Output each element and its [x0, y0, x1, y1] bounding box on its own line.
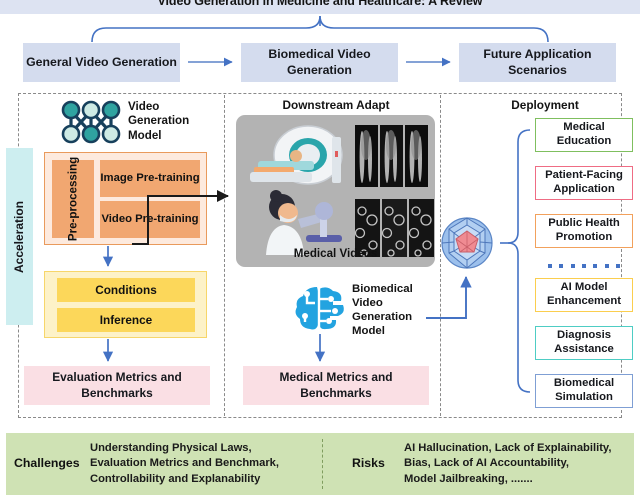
- neural-network-icon: [60, 99, 122, 145]
- challenges-body: Understanding Physical Laws, Evaluation …: [90, 442, 280, 485]
- mri-scanner-icon: [250, 125, 343, 185]
- pretraining-group: Pre-processing Image Pre-training Video …: [44, 152, 207, 245]
- pipeline-box-label: Biomedical Video Generation: [268, 47, 371, 77]
- conditions-inference-group: Conditions Inference: [44, 271, 207, 338]
- diagram-canvas: Video Generation in Medicine and Healthc…: [0, 0, 640, 500]
- deployment-item-label: Public Health Promotion: [548, 217, 620, 243]
- pipeline-box-general-video-generation[interactable]: General Video Generation: [23, 43, 180, 82]
- preprocessing-box[interactable]: Pre-processing: [52, 156, 94, 242]
- deployment-item-label: Patient-Facing Application: [545, 169, 623, 195]
- acceleration-bar: Acceleration: [6, 148, 33, 325]
- deployment-title: Deployment: [511, 98, 579, 112]
- page-title: Video Generation in Medicine and Healthc…: [0, 0, 640, 14]
- deployment-item-patient-facing-application[interactable]: Patient-Facing Application: [535, 166, 633, 200]
- evaluation-metrics-label: Evaluation Metrics and Benchmarks: [52, 370, 182, 400]
- medical-metrics-label: Medical Metrics and Benchmarks: [279, 370, 393, 400]
- image-pretraining-label: Image Pre-training: [100, 171, 200, 184]
- pipeline-box-label: General Video Generation: [26, 54, 177, 69]
- brain-circuit-icon: [293, 283, 349, 333]
- evaluation-metrics-box[interactable]: Evaluation Metrics and Benchmarks: [24, 366, 210, 405]
- risks-body: AI Hallucination, Lack of Explainability…: [404, 442, 612, 485]
- deployment-item-label: Biomedical Simulation: [553, 377, 615, 403]
- panel-divider: [322, 439, 323, 489]
- downstream-adapt-title: Downstream Adapt: [282, 98, 390, 112]
- biomedical-video-generation-model-label: Biomedical Video Generation Model: [352, 283, 413, 337]
- medical-metrics-box[interactable]: Medical Metrics and Benchmarks: [243, 366, 429, 405]
- pipeline-box-biomedical-video-generation[interactable]: Biomedical Video Generation: [241, 43, 398, 82]
- video-generation-model-label: Video Generation Model: [128, 100, 190, 142]
- risks-title: Risks: [352, 456, 385, 470]
- conditions-label: Conditions: [95, 283, 157, 297]
- video-pretraining-box[interactable]: Video Pre-training: [100, 201, 200, 238]
- dotted-separator: [548, 262, 620, 270]
- deployment-item-label: Medical Education: [556, 121, 612, 147]
- deployment-item-public-health-promotion[interactable]: Public Health Promotion: [535, 214, 633, 248]
- medical-videos-panel: [236, 115, 435, 267]
- xray-frames-icon: [355, 125, 428, 187]
- deployment-item-biomedical-simulation[interactable]: Biomedical Simulation: [535, 374, 633, 408]
- deployment-item-label: Diagnosis Assistance: [554, 329, 614, 355]
- deployment-item-diagnosis-assistance[interactable]: Diagnosis Assistance: [535, 326, 633, 360]
- deployment-item-label: AI Model Enhancement: [546, 281, 622, 307]
- deployment-item-medical-education[interactable]: Medical Education: [535, 118, 633, 152]
- page-title-text: Video Generation in Medicine and Healthc…: [157, 0, 483, 8]
- conditions-box[interactable]: Conditions: [57, 278, 195, 302]
- medical-videos-caption: Medical Videos: [293, 247, 378, 260]
- preprocessing-label: Pre-processing: [66, 156, 80, 242]
- inference-box[interactable]: Inference: [57, 308, 195, 332]
- video-pretraining-label: Video Pre-training: [101, 212, 199, 225]
- pipeline-box-label: Future Application Scenarios: [483, 47, 592, 77]
- inference-label: Inference: [99, 313, 153, 327]
- acceleration-label: Acceleration: [12, 200, 27, 273]
- image-pretraining-box[interactable]: Image Pre-training: [100, 160, 200, 197]
- microscopist-icon: [266, 190, 342, 255]
- pipeline-box-future-application-scenarios[interactable]: Future Application Scenarios: [459, 43, 616, 82]
- challenges-title: Challenges: [14, 456, 80, 470]
- column-divider-left: [224, 95, 225, 416]
- geodesic-sphere-icon: [437, 213, 497, 273]
- deployment-item-ai-model-enhancement[interactable]: AI Model Enhancement: [535, 278, 633, 312]
